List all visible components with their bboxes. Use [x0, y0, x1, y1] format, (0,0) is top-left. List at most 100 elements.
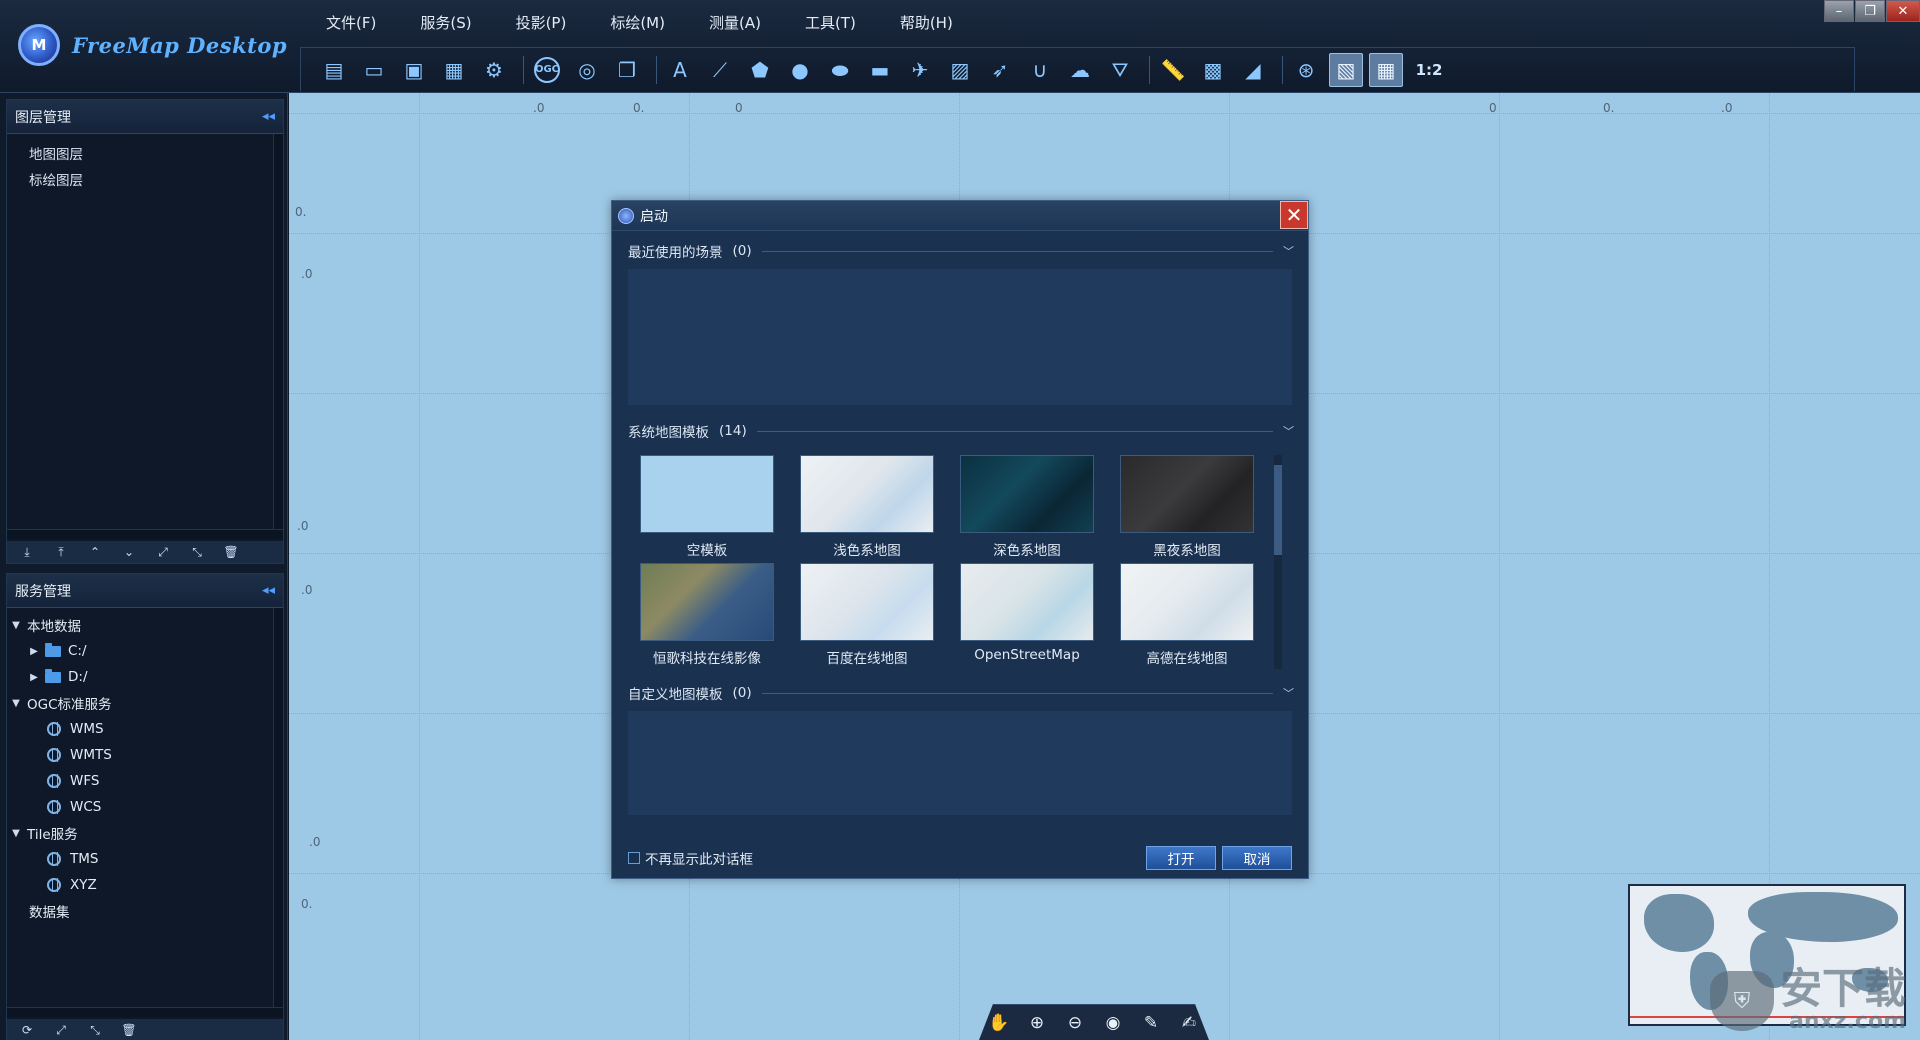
menu-projection[interactable]: 投影(P) — [502, 8, 581, 37]
cloud-icon[interactable]: ☁ — [1063, 53, 1097, 87]
save-icon[interactable]: ▣ — [397, 53, 431, 87]
full-extent-icon[interactable]: ◉ — [1100, 1011, 1126, 1035]
restore-icon[interactable]: ❐ — [1855, 0, 1885, 22]
tree-node-ogc[interactable]: ▼ OGC标准服务 — [7, 690, 283, 716]
system-section-header[interactable]: 系统地图模板 (14) ﹀ — [628, 421, 1294, 441]
ogc-icon[interactable]: OGC — [534, 56, 560, 83]
edit-alt-icon[interactable]: ✍ — [1176, 1011, 1202, 1035]
dont-show-checkbox[interactable] — [628, 852, 640, 864]
open-button[interactable]: 打开 — [1146, 846, 1216, 870]
globe-icon[interactable]: ◎ — [570, 53, 604, 87]
collapsed-arrow-icon[interactable]: ▶ — [27, 672, 41, 683]
dialog-title-bar[interactable]: 启动 ✕ — [612, 201, 1308, 231]
triangle-group-icon[interactable]: ⛛ — [1103, 53, 1137, 87]
magnet-icon[interactable]: ∪ — [1023, 53, 1057, 87]
open-folder-icon[interactable]: ▭ — [357, 53, 391, 87]
chevron-down-icon[interactable]: ﹀ — [1283, 685, 1294, 701]
tree-node-c-drive[interactable]: ▶ C:/ — [7, 638, 283, 664]
template-scrollbar[interactable] — [1274, 455, 1282, 669]
tree-node-d-drive[interactable]: ▶ D:/ — [7, 664, 283, 690]
move-up-icon[interactable]: ⌃ — [81, 543, 109, 561]
tree-node-local[interactable]: ▼ 本地数据 — [7, 612, 283, 638]
menu-measure[interactable]: 测量(A) — [695, 8, 775, 37]
cancel-button[interactable]: 取消 — [1222, 846, 1292, 870]
custom-section-header[interactable]: 自定义地图模板 (0) ﹀ — [628, 683, 1294, 703]
collapsed-arrow-icon[interactable]: ▶ — [27, 646, 41, 657]
tree-node-wcs[interactable]: WCS — [7, 794, 283, 820]
layer-vertical-scrollbar[interactable] — [273, 134, 283, 529]
overview-icon[interactable]: ▧ — [1329, 52, 1363, 87]
template-dark[interactable]: 深色系地图 — [960, 455, 1094, 559]
minimize-icon[interactable]: – — [1824, 0, 1854, 22]
scale-button[interactable]: 1:2 — [1409, 53, 1449, 87]
menu-service[interactable]: 服务(S) — [406, 8, 485, 37]
layer-item-map[interactable]: 地图图层 — [7, 140, 283, 166]
menu-help[interactable]: 帮助(H) — [886, 8, 967, 37]
text-icon[interactable]: A — [663, 53, 697, 87]
tree-node-wfs[interactable]: WFS — [7, 768, 283, 794]
pan-hand-icon[interactable]: ✋ — [986, 1011, 1012, 1035]
collapse-icon[interactable]: ◂◂ — [262, 109, 275, 124]
expand-icon[interactable]: ⤢ — [47, 1021, 75, 1039]
expanded-arrow-icon[interactable]: ▼ — [9, 828, 23, 839]
add-layer-icon[interactable]: ⤓ — [13, 543, 41, 561]
image-icon[interactable]: ▨ — [943, 53, 977, 87]
template-gaode[interactable]: 高德在线地图 — [1120, 563, 1254, 667]
tree-node-wmts[interactable]: WMTS — [7, 742, 283, 768]
airplane-icon[interactable]: ✈ — [903, 53, 937, 87]
dont-show-label[interactable]: 不再显示此对话框 — [645, 848, 753, 868]
compass-icon[interactable]: ⊛ — [1289, 53, 1323, 87]
layer-horizontal-scrollbar[interactable] — [7, 529, 283, 539]
move-down-icon[interactable]: ⌄ — [115, 543, 143, 561]
expanded-arrow-icon[interactable]: ▼ — [9, 698, 23, 709]
rectangle-icon[interactable]: ▬ — [863, 53, 897, 87]
delete-icon[interactable]: 🗑 — [115, 1021, 143, 1039]
save-as-icon[interactable]: ▦ — [437, 53, 471, 87]
tree-node-wms[interactable]: WMS — [7, 716, 283, 742]
service-vertical-scrollbar[interactable] — [273, 608, 283, 1008]
ruler-icon[interactable]: 📏 — [1156, 53, 1190, 87]
template-osm[interactable]: OpenStreetMap — [960, 563, 1094, 663]
new-document-icon[interactable]: ▤ — [317, 53, 351, 87]
area-measure-icon[interactable]: ▩ — [1196, 53, 1230, 87]
tree-node-dataset[interactable]: 数据集 — [7, 898, 283, 924]
menu-plot[interactable]: 标绘(M) — [596, 8, 679, 37]
layer-item-plot[interactable]: 标绘图层 — [7, 166, 283, 192]
tree-node-tile[interactable]: ▼ Tile服务 — [7, 820, 283, 846]
circle-icon[interactable]: ● — [783, 53, 817, 87]
layers-icon[interactable]: ❐ — [610, 53, 644, 87]
expanded-arrow-icon[interactable]: ▼ — [9, 620, 23, 631]
settings-gear-icon[interactable]: ⚙ — [477, 53, 511, 87]
zoom-in-icon[interactable]: ⊕ — [1024, 1011, 1050, 1035]
template-satellite[interactable]: 恒歌科技在线影像 — [640, 563, 774, 667]
collapse-all-icon[interactable]: ⤡ — [81, 1021, 109, 1039]
collapse-all-icon[interactable]: ⤡ — [183, 543, 211, 561]
grid-icon[interactable]: ▦ — [1369, 52, 1403, 87]
polygon-icon[interactable]: ⬟ — [743, 53, 777, 87]
menu-file[interactable]: 文件(F) — [312, 8, 390, 37]
window-close-icon[interactable]: ✕ — [1886, 0, 1920, 22]
template-night[interactable]: 黑夜系地图 — [1120, 455, 1254, 559]
dialog-close-icon[interactable]: ✕ — [1280, 201, 1308, 229]
refresh-icon[interactable]: ⟳ — [13, 1021, 41, 1039]
expand-icon[interactable]: ⤢ — [149, 543, 177, 561]
polyline-icon[interactable]: ⟋ — [703, 53, 737, 87]
chevron-down-icon[interactable]: ﹀ — [1283, 423, 1294, 439]
tree-node-xyz[interactable]: XYZ — [7, 872, 283, 898]
delete-icon[interactable]: 🗑 — [217, 543, 245, 561]
recent-section-header[interactable]: 最近使用的场景 (0) ﹀ — [628, 241, 1294, 261]
remove-layer-icon[interactable]: ⤒ — [47, 543, 75, 561]
template-blank[interactable]: 空模板 — [640, 455, 774, 559]
scrollbar-thumb[interactable] — [1274, 465, 1282, 555]
tree-node-tms[interactable]: TMS — [7, 846, 283, 872]
service-horizontal-scrollbar[interactable] — [7, 1007, 283, 1017]
edit-icon[interactable]: ✎ — [1138, 1011, 1164, 1035]
collapse-icon[interactable]: ◂◂ — [262, 583, 275, 598]
chevron-down-icon[interactable]: ﹀ — [1283, 243, 1294, 259]
template-light[interactable]: 浅色系地图 — [800, 455, 934, 559]
ellipse-icon[interactable]: ⬬ — [823, 53, 857, 87]
template-baidu[interactable]: 百度在线地图 — [800, 563, 934, 667]
zoom-out-icon[interactable]: ⊖ — [1062, 1011, 1088, 1035]
menu-tools[interactable]: 工具(T) — [791, 8, 870, 37]
protractor-icon[interactable]: ◢ — [1236, 53, 1270, 87]
